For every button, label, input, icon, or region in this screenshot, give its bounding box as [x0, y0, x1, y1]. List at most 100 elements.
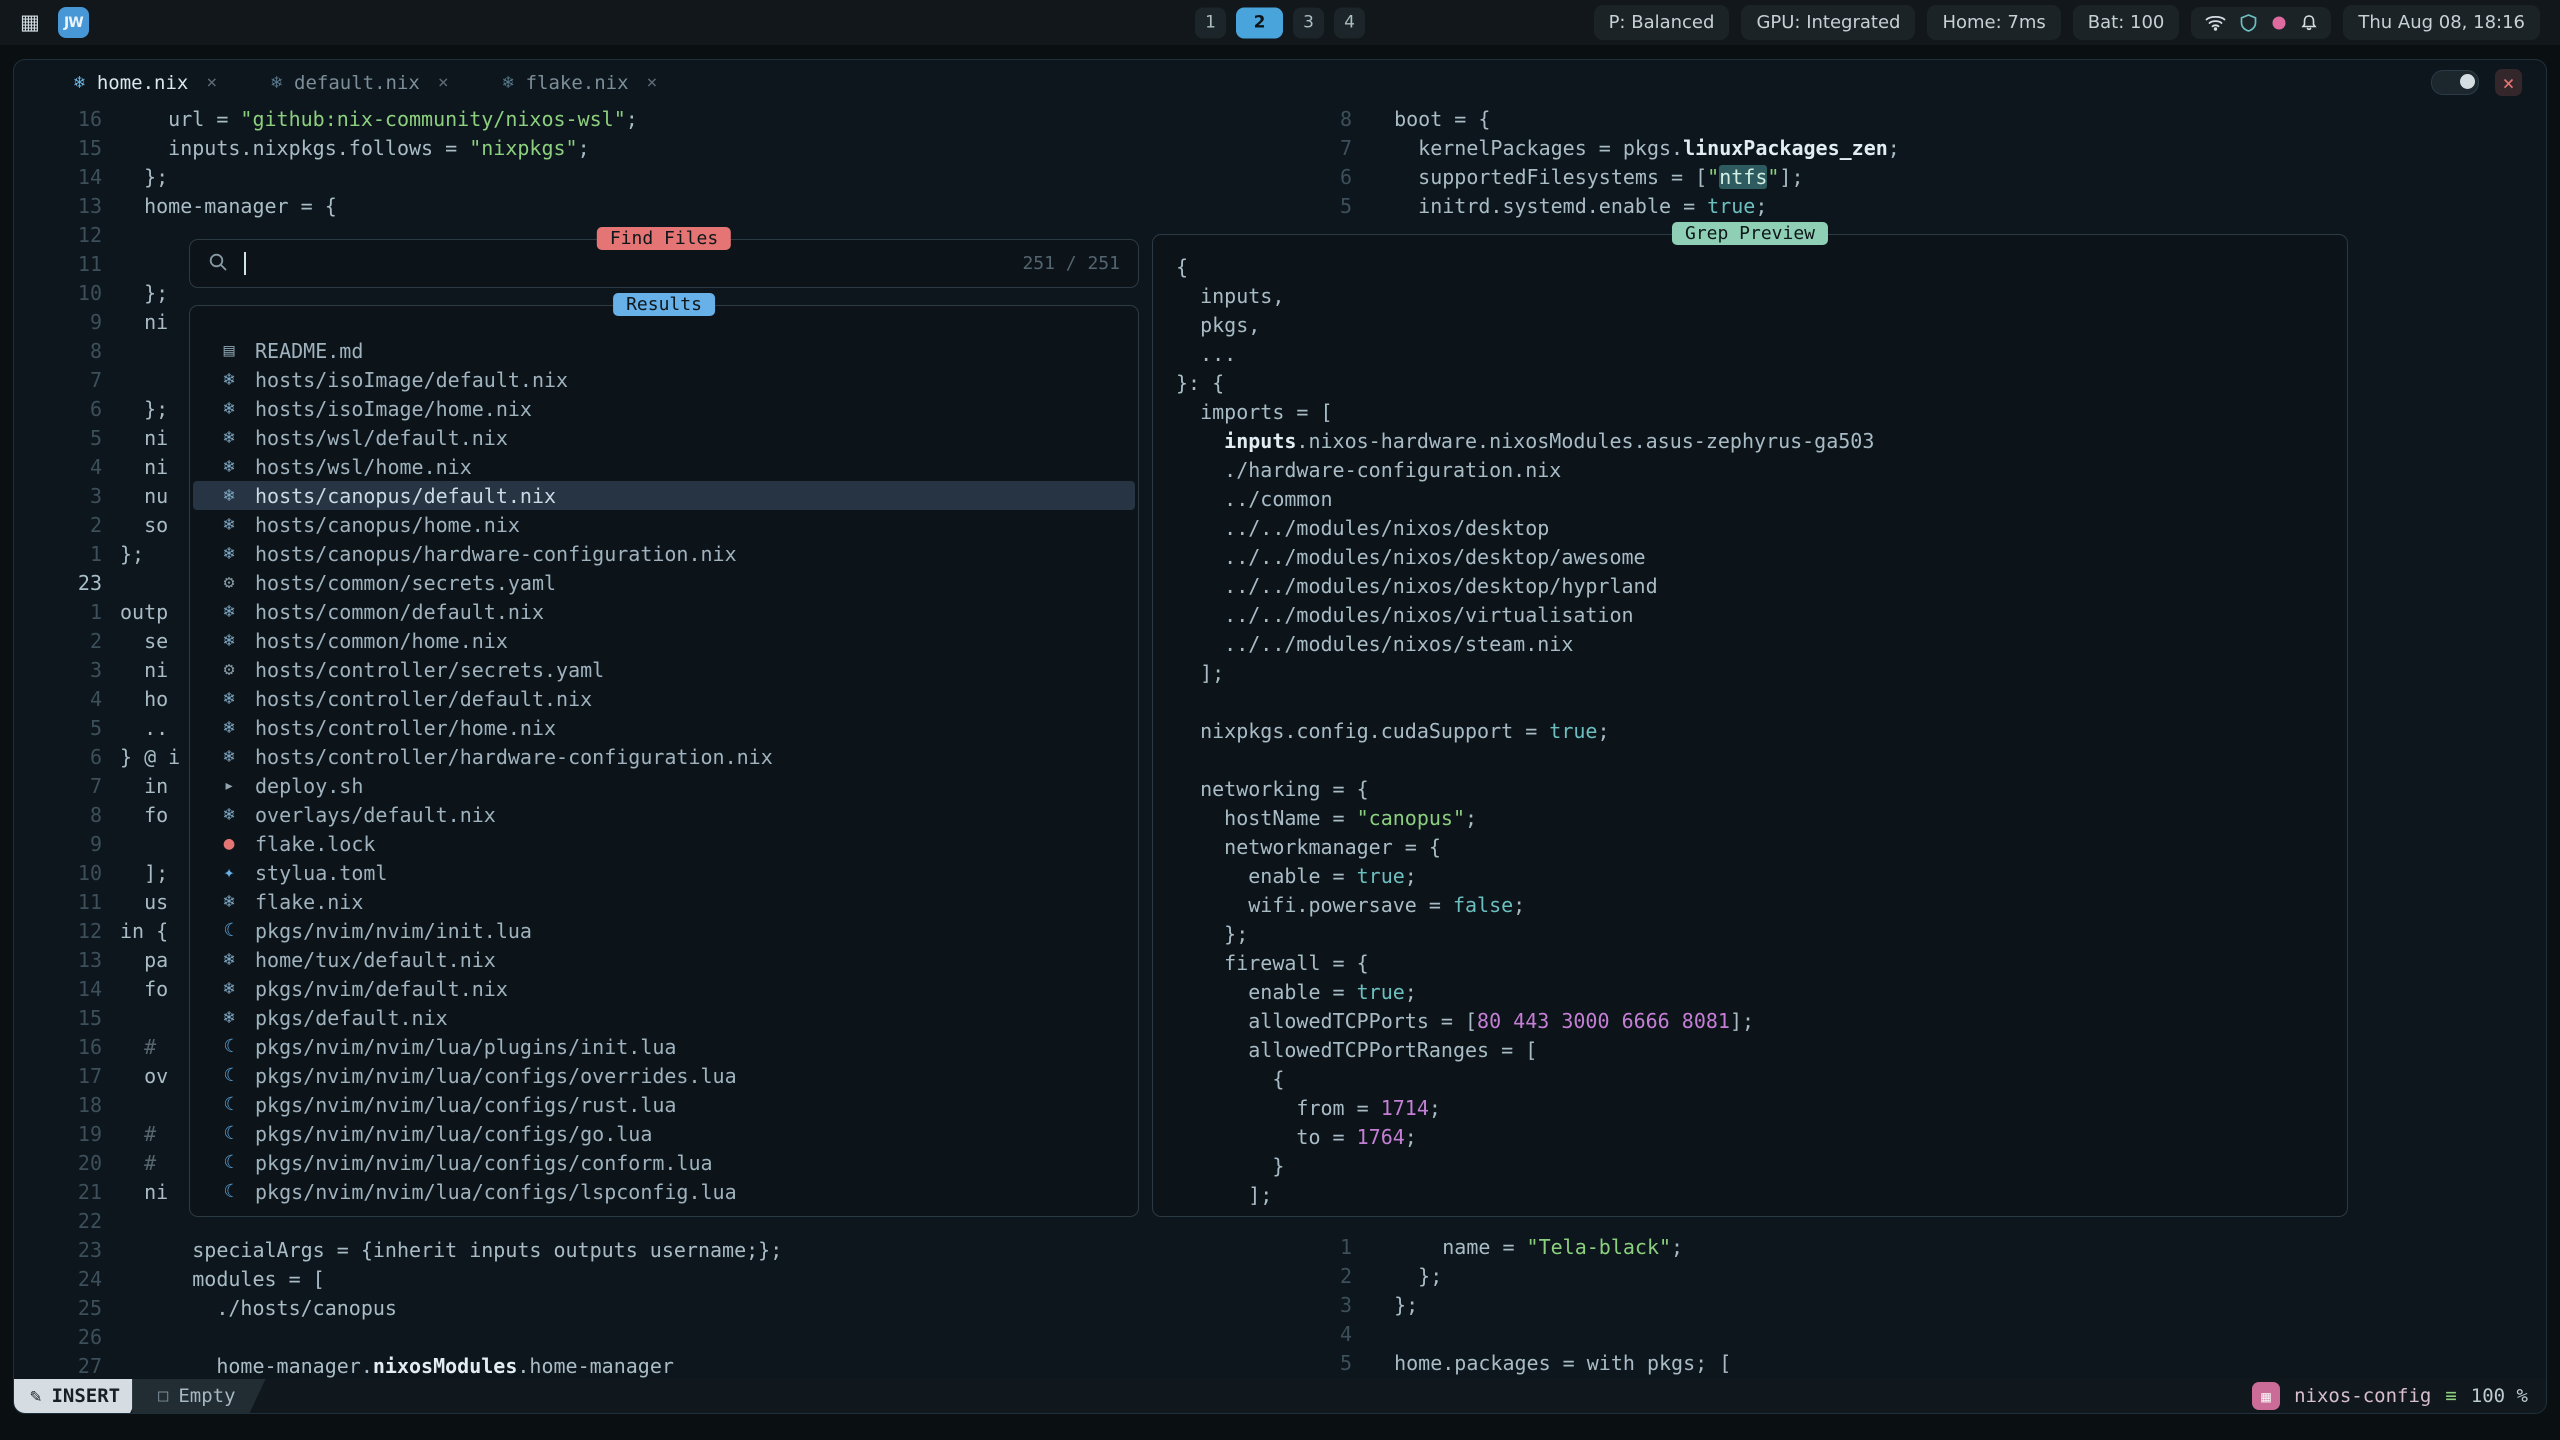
code-line[interactable]: 23 specialArgs = {inherit inputs outputs…: [14, 1236, 1319, 1265]
file-path: pkgs/nvim/default.nix: [255, 977, 508, 1001]
file-path: README.md: [255, 339, 363, 363]
tray-icons[interactable]: [2191, 7, 2331, 39]
clock[interactable]: Thu Aug 08, 18:16: [2343, 5, 2540, 40]
bell-icon[interactable]: [2301, 14, 2317, 31]
lua-file-icon: ☾: [217, 1181, 241, 1202]
tab-label: default.nix: [294, 72, 420, 94]
list-item[interactable]: ☾pkgs/nvim/nvim/lua/configs/rust.lua: [193, 1090, 1135, 1119]
list-item[interactable]: ❄home/tux/default.nix: [193, 945, 1135, 974]
line-number: 12: [14, 221, 120, 250]
code-line[interactable]: 4: [1272, 1320, 2546, 1349]
code-text: nixpkgs.config.cudaSupport = true;: [1176, 717, 1610, 746]
app-launcher-icon[interactable]: ▦: [20, 12, 40, 33]
list-item[interactable]: ❄hosts/wsl/default.nix: [193, 423, 1135, 452]
list-item[interactable]: ❄hosts/isoImage/default.nix: [193, 365, 1135, 394]
code-line[interactable]: 24 modules = [: [14, 1265, 1319, 1294]
code-line[interactable]: 5 initrd.systemd.enable = true;: [1272, 192, 2546, 221]
tab-label: home.nix: [97, 72, 189, 94]
logo-badge[interactable]: JW: [58, 7, 89, 38]
code-text: modules = [: [120, 1265, 325, 1294]
list-item[interactable]: ☾pkgs/nvim/nvim/lua/configs/lspconfig.lu…: [193, 1177, 1135, 1206]
topbar-right: P: Balanced GPU: Integrated Home: 7ms Bat: …: [1594, 5, 2540, 40]
status-module-3[interactable]: Bat: 100: [2073, 5, 2180, 40]
list-item[interactable]: ❄hosts/canopus/default.nix: [193, 481, 1135, 510]
list-item[interactable]: ❄pkgs/nvim/default.nix: [193, 974, 1135, 1003]
list-item[interactable]: ☾pkgs/nvim/nvim/init.lua: [193, 916, 1135, 945]
tab-close-icon[interactable]: ×: [647, 72, 658, 93]
file-path: pkgs/nvim/nvim/lua/plugins/init.lua: [255, 1035, 676, 1059]
code-line[interactable]: 5 home.packages = with pkgs; [: [1272, 1349, 2546, 1378]
code-line: ../../modules/nixos/virtualisation: [1176, 601, 2339, 630]
list-item[interactable]: ▸deploy.sh: [193, 771, 1135, 800]
workspace-1[interactable]: 1: [1195, 7, 1226, 38]
list-item[interactable]: ❄hosts/controller/home.nix: [193, 713, 1135, 742]
record-icon[interactable]: [2271, 15, 2287, 31]
code-text: ./hardware-configuration.nix: [1176, 456, 1561, 485]
code-line[interactable]: 15 inputs.nixpkgs.follows = "nixpkgs";: [14, 134, 1319, 163]
workspace-3[interactable]: 3: [1293, 7, 1324, 38]
list-item[interactable]: ●flake.lock: [193, 829, 1135, 858]
window-mode-toggle[interactable]: [2431, 70, 2479, 95]
list-item[interactable]: ☾pkgs/nvim/nvim/lua/configs/go.lua: [193, 1119, 1135, 1148]
code-line[interactable]: 16 url = "github:nix-community/nixos-wsl…: [14, 105, 1319, 134]
code-line[interactable]: 8 boot = {: [1272, 105, 2546, 134]
window-close-button[interactable]: ×: [2495, 69, 2522, 96]
list-item[interactable]: ⚙hosts/controller/secrets.yaml: [193, 655, 1135, 684]
code-line[interactable]: 25 ./hosts/canopus: [14, 1294, 1319, 1323]
status-module-2[interactable]: Home: 7ms: [1927, 5, 2060, 40]
tab-label: flake.nix: [526, 72, 629, 94]
telescope-preview: Grep Preview { inputs, pkgs, ...}: { imp…: [1152, 234, 2348, 1217]
code-line: }: {: [1176, 369, 2339, 398]
list-item[interactable]: ❄hosts/common/home.nix: [193, 626, 1135, 655]
list-item[interactable]: ☾pkgs/nvim/nvim/lua/plugins/init.lua: [193, 1032, 1135, 1061]
code-line[interactable]: 7 kernelPackages = pkgs.linuxPackages_ze…: [1272, 134, 2546, 163]
code-line[interactable]: 6 supportedFilesystems = ["ntfs"];: [1272, 163, 2546, 192]
shield-icon[interactable]: [2240, 14, 2257, 32]
code-line[interactable]: 26: [14, 1323, 1319, 1352]
list-item[interactable]: ❄hosts/controller/default.nix: [193, 684, 1135, 713]
telescope-prompt[interactable]: Find Files 251 / 251: [189, 239, 1139, 288]
list-item[interactable]: ❄overlays/default.nix: [193, 800, 1135, 829]
code-line[interactable]: 3 };: [1272, 1291, 2546, 1320]
list-item[interactable]: ❄hosts/controller/hardware-configuration…: [193, 742, 1135, 771]
list-item[interactable]: ☾pkgs/nvim/nvim/lua/configs/overrides.lu…: [193, 1061, 1135, 1090]
code-line[interactable]: 27 home-manager.nixosModules.home-manage…: [14, 1352, 1319, 1379]
tab-close-icon[interactable]: ×: [438, 72, 449, 93]
list-item[interactable]: ❄hosts/wsl/home.nix: [193, 452, 1135, 481]
code-text: allowedTCPPortRanges = [: [1176, 1036, 1537, 1065]
code-line[interactable]: 14 };: [14, 163, 1319, 192]
tab-close-icon[interactable]: ×: [206, 72, 217, 93]
list-item[interactable]: ☾pkgs/nvim/nvim/lua/configs/conform.lua: [193, 1148, 1135, 1177]
tab-home.nix[interactable]: ❄home.nix×: [60, 66, 231, 100]
code-line[interactable]: 1 name = "Tela-black";: [1272, 1233, 2546, 1262]
list-item[interactable]: ✦stylua.toml: [193, 858, 1135, 887]
wifi-icon[interactable]: [2205, 14, 2226, 31]
code-line: to = 1764;: [1176, 1123, 2339, 1152]
list-item[interactable]: ❄pkgs/default.nix: [193, 1003, 1135, 1032]
tab-default.nix[interactable]: ❄default.nix×: [257, 66, 463, 100]
list-item[interactable]: ❄hosts/canopus/home.nix: [193, 510, 1135, 539]
code-line[interactable]: 13 home-manager = {: [14, 192, 1319, 221]
code-text: }: [1176, 1152, 1284, 1181]
list-item[interactable]: ⚙hosts/common/secrets.yaml: [193, 568, 1135, 597]
file-path: deploy.sh: [255, 774, 363, 798]
status-module-1[interactable]: GPU: Integrated: [1741, 5, 1915, 40]
prompt-title-badge: Find Files: [597, 227, 731, 250]
line-number: 19: [14, 1120, 120, 1149]
code-text: inputs,: [1176, 282, 1284, 311]
code-text: ni: [120, 308, 168, 337]
list-item[interactable]: ❄hosts/common/default.nix: [193, 597, 1135, 626]
list-item[interactable]: ❄hosts/isoImage/home.nix: [193, 394, 1135, 423]
workspace-2[interactable]: 2: [1236, 7, 1283, 38]
status-module-0[interactable]: P: Balanced: [1594, 5, 1730, 40]
list-item[interactable]: ❄hosts/canopus/hardware-configuration.ni…: [193, 539, 1135, 568]
code-line[interactable]: 2 };: [1272, 1262, 2546, 1291]
code-text: fo: [120, 801, 168, 830]
code-text: to = 1764;: [1176, 1123, 1417, 1152]
list-item[interactable]: ▤README.md: [193, 336, 1135, 365]
list-item[interactable]: ❄flake.nix: [193, 887, 1135, 916]
nix-file-icon: ❄: [217, 543, 241, 564]
yaml-file-icon: ⚙: [217, 572, 241, 593]
tab-flake.nix[interactable]: ❄flake.nix×: [489, 66, 672, 100]
workspace-4[interactable]: 4: [1334, 7, 1365, 38]
